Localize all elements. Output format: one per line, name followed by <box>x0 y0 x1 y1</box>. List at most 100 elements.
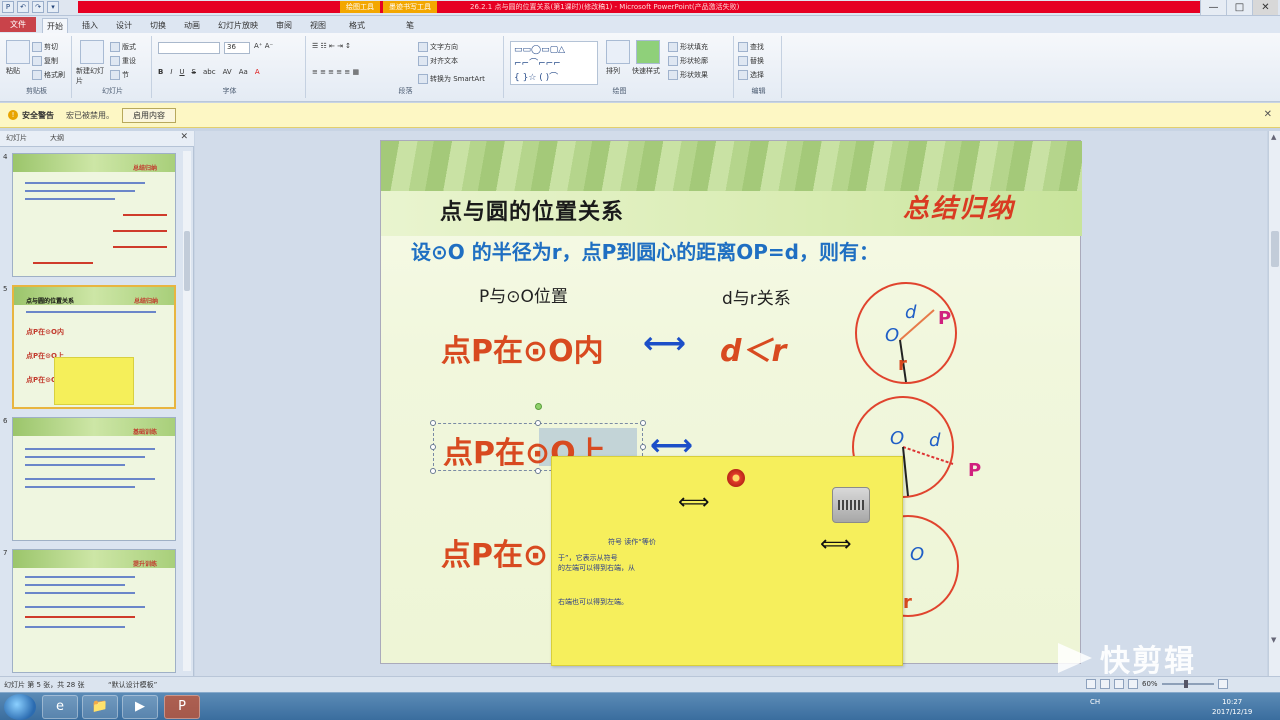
slide-title[interactable]: 点与圆的位置关系 <box>440 194 624 226</box>
tab-view[interactable]: 视图 <box>306 18 330 33</box>
underline-button[interactable]: U <box>179 68 184 76</box>
close-pane-icon[interactable]: ✕ <box>180 132 188 142</box>
select-button[interactable]: 选择 <box>738 70 764 80</box>
context-tab-ink-tools[interactable]: 墨迹书写工具 <box>383 1 437 13</box>
intro-text[interactable]: 设⊙O 的半径为r，点P到圆心的距离OP=d，则有： <box>411 236 879 265</box>
shape-outline-button[interactable]: 形状轮廓 <box>668 56 708 66</box>
new-slide-icon[interactable] <box>80 40 104 64</box>
tab-transitions[interactable]: 切换 <box>146 18 170 33</box>
context-tab-drawing-tools[interactable]: 绘图工具 <box>340 1 380 13</box>
tab-pen[interactable]: 笔 <box>402 18 418 33</box>
tab-file[interactable]: 文件 <box>0 17 36 32</box>
resize-handle[interactable] <box>430 444 436 450</box>
normal-view-icon[interactable] <box>1086 679 1096 689</box>
app-icon[interactable]: P <box>2 1 14 13</box>
zoom-level[interactable]: 60% <box>1142 680 1158 688</box>
customize-icon[interactable]: ▾ <box>47 1 59 13</box>
arrange-icon[interactable] <box>606 40 630 64</box>
cut-button[interactable]: 剪切 <box>32 42 58 52</box>
redo-icon[interactable]: ↷ <box>32 1 44 13</box>
tab-slideshow[interactable]: 幻灯片放映 <box>214 18 262 33</box>
resize-handle[interactable] <box>640 420 646 426</box>
shapes-gallery[interactable]: ▭▭◯▭▢△ ⌐⌐⌒⌐⌐⌐{ }☆ ( )⌒ <box>510 41 598 85</box>
replace-button[interactable]: 替换 <box>738 56 764 66</box>
tab-insert[interactable]: 插入 <box>78 18 102 33</box>
close-button[interactable]: ✕ <box>1252 0 1278 15</box>
align-text-button[interactable]: 对齐文本 <box>418 56 458 66</box>
system-tray[interactable]: CH <box>1090 698 1100 706</box>
quick-styles-icon[interactable] <box>636 40 660 64</box>
smartart-button[interactable]: 转换为 SmartArt <box>418 74 485 84</box>
font-color-button[interactable]: A <box>255 68 260 76</box>
summary-label[interactable]: 总结归纳 <box>903 188 1015 225</box>
editor-scrollbar[interactable]: ▲ ▼ <box>1268 131 1280 676</box>
copy-button[interactable]: 复制 <box>32 56 58 66</box>
bold-button[interactable]: B <box>158 68 163 76</box>
scroll-down-icon[interactable]: ▼ <box>1271 636 1279 644</box>
slide-thumbnail-5[interactable]: 总结归纳 点与圆的位置关系 点P在⊙O内 点P在⊙O上 点P在⊙O外 <box>12 285 176 409</box>
layout-button[interactable]: 版式 <box>110 42 136 52</box>
resize-handle[interactable] <box>535 420 541 426</box>
enable-content-button[interactable]: 启用内容 <box>122 108 176 123</box>
shadow-button[interactable]: abc <box>203 68 216 76</box>
row3-position[interactable]: 点P在⊙ <box>441 530 548 574</box>
zoom-slider[interactable] <box>1161 680 1214 688</box>
grow-font-icon[interactable]: A⁺ A⁻ <box>254 42 273 50</box>
tab-animations[interactable]: 动画 <box>180 18 204 33</box>
resize-handle[interactable] <box>430 420 436 426</box>
fit-to-window-icon[interactable] <box>1217 679 1228 689</box>
reading-view-icon[interactable] <box>1114 679 1124 689</box>
sorter-view-icon[interactable] <box>1100 679 1110 689</box>
reset-button[interactable]: 重设 <box>110 56 136 66</box>
tab-review[interactable]: 审阅 <box>272 18 296 33</box>
row1-relation[interactable]: d＜r <box>720 326 786 370</box>
taskbar-explorer[interactable]: 📁 <box>82 695 118 719</box>
keyboard-icon[interactable] <box>832 487 870 523</box>
tab-design[interactable]: 设计 <box>112 18 136 33</box>
text-direction-button[interactable]: 文字方向 <box>418 42 458 52</box>
tab-home[interactable]: 开始 <box>42 18 68 33</box>
scroll-thumb[interactable] <box>1271 231 1279 267</box>
slide-thumbnail-4[interactable]: 总结归纳 <box>12 153 176 277</box>
strikethrough-button[interactable]: S <box>192 68 196 76</box>
start-button[interactable] <box>4 694 36 720</box>
slideshow-view-icon[interactable] <box>1128 679 1138 689</box>
taskbar-powerpoint[interactable]: P <box>164 695 200 719</box>
resize-handle[interactable] <box>640 444 646 450</box>
row1-position[interactable]: 点P在⊙O内 <box>441 326 604 370</box>
shape-fill-button[interactable]: 形状填充 <box>668 42 708 52</box>
paste-icon[interactable] <box>6 40 30 64</box>
column-header-position[interactable]: P与⊙O位置 <box>479 282 568 307</box>
slide-thumbnail-7[interactable]: 提升训练 <box>12 549 176 673</box>
scroll-up-icon[interactable]: ▲ <box>1271 133 1279 141</box>
slides-pane-scrollbar[interactable] <box>183 151 191 671</box>
find-button[interactable]: 查找 <box>738 42 764 52</box>
minimize-button[interactable]: — <box>1200 0 1226 15</box>
maximize-button[interactable]: □ <box>1226 0 1252 15</box>
pin-icon[interactable] <box>727 469 745 487</box>
italic-button[interactable]: I <box>170 68 172 76</box>
resize-handle[interactable] <box>535 468 541 474</box>
align-icons[interactable]: ≡ ≡ ≡ ≡ ≡ ▦ <box>312 68 359 76</box>
font-size-select[interactable]: 36 <box>224 42 250 54</box>
tab-slides[interactable]: 幻灯片 <box>6 133 27 143</box>
scroll-thumb[interactable] <box>184 231 190 291</box>
tab-format[interactable]: 格式 <box>345 18 369 33</box>
taskbar-ie[interactable]: e <box>42 695 78 719</box>
bullets-icon[interactable]: ☰ ☷ ⇤ ⇥ ↕ <box>312 42 351 50</box>
shape-effects-button[interactable]: 形状效果 <box>668 70 708 80</box>
column-header-relation[interactable]: d与r关系 <box>722 284 791 309</box>
slide-thumbnail-6[interactable]: 基础训练 <box>12 417 176 541</box>
close-icon[interactable]: ✕ <box>1264 109 1272 120</box>
change-case-button[interactable]: Aa <box>239 68 248 76</box>
rotate-handle[interactable] <box>535 403 542 410</box>
format-painter-button[interactable]: 格式刷 <box>32 70 65 80</box>
resize-handle[interactable] <box>430 468 436 474</box>
tab-outline[interactable]: 大纲 <box>50 133 64 143</box>
undo-icon[interactable]: ↶ <box>17 1 29 13</box>
circle-diagram-inside[interactable]: O d P r <box>850 278 962 390</box>
taskbar-media[interactable]: ▶ <box>122 695 158 719</box>
section-button[interactable]: 节 <box>110 70 129 80</box>
clock[interactable]: 10:27 2017/12/19 <box>1212 697 1252 717</box>
font-family-select[interactable] <box>158 42 220 54</box>
